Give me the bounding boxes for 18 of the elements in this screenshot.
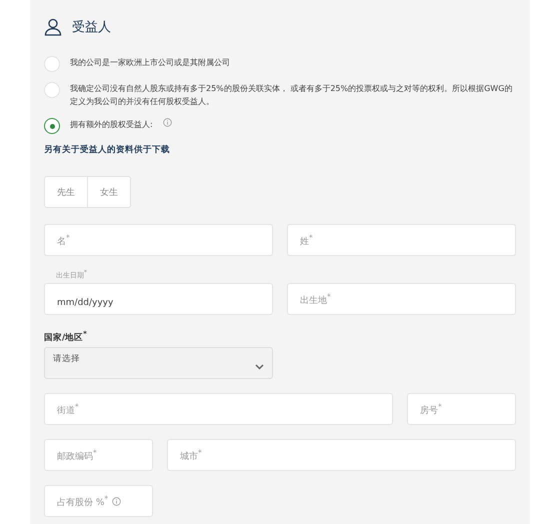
salutation-button[interactable]: 先生 [44,176,88,208]
input-field[interactable]: 邮政编码$^{*}$ [44,439,153,472]
date-field[interactable]: mm/dd/yyyy [44,283,273,316]
input-field[interactable]: 姓$^{*}$ [287,224,516,256]
select-field[interactable]: 请选择 [44,347,273,380]
option-label: 拥有额外的股权受益人: [70,119,153,131]
field-label: 国家/地区$^{*}$ [44,329,88,344]
input-field[interactable]: 城市$^{*}$ [167,439,516,472]
input-field[interactable]: 出生地$^{*}$ [287,283,516,316]
download-link[interactable]: 另有关于受益人的资料供于下载 [44,144,516,156]
section-title: 受益人 [72,19,111,36]
option-label: 我确定公司没有自然人股东或持有多于25%的股份关联实体， 或者有多于25%的投票权或与之对等的权利。所以根据GWG的定义为我公司的并没有任何股权受益人。 [70,83,514,108]
option-label: 我的公司是一家欧洲上市公司或是其附属公司 [70,57,230,69]
input-field[interactable]: 房号$^{*}$ [407,393,516,426]
salutation-button[interactable]: 女生 [88,176,131,208]
input-field[interactable]: 名$^{*}$ [44,224,273,256]
input-field[interactable]: 街道$^{*}$ [44,393,393,426]
input-field[interactable]: 占有股份 %$^{*}$ [44,485,153,518]
